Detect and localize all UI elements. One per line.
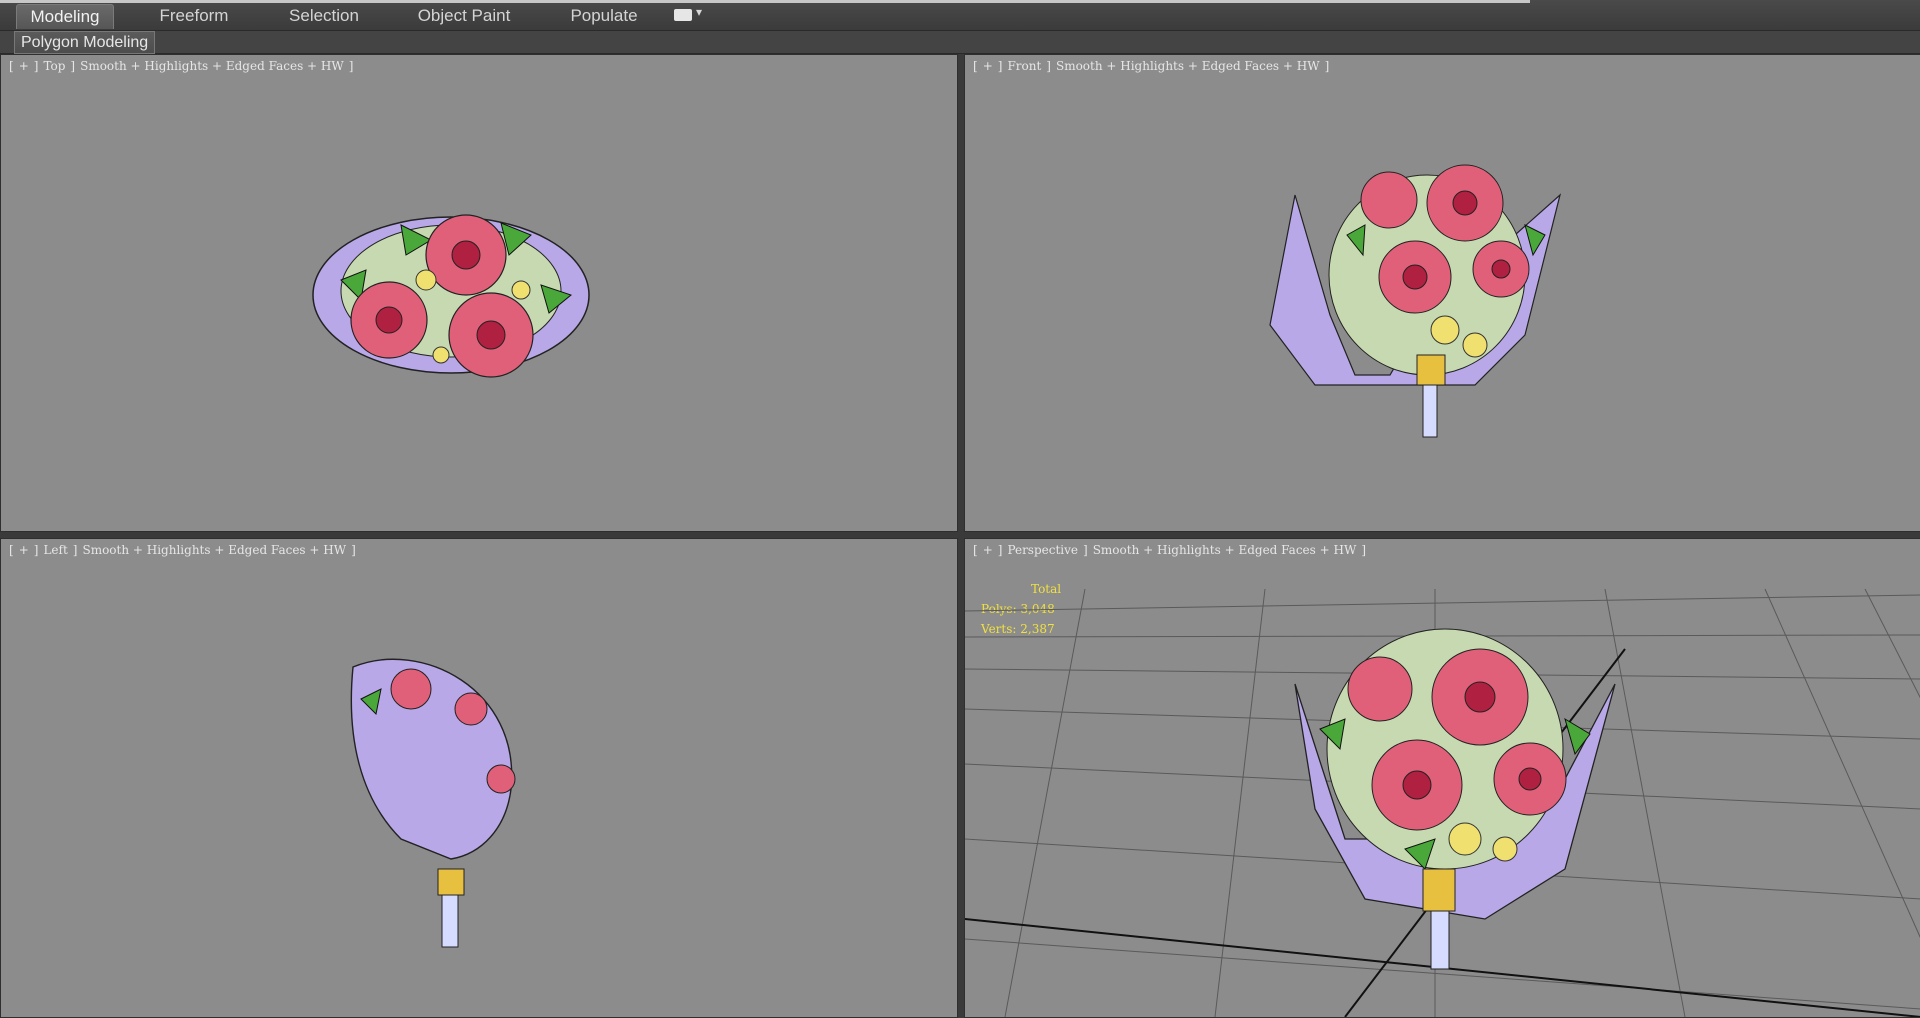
bouquet-left-view [350,658,516,948]
ribbon-topline [0,0,1530,3]
viewport-front[interactable]: [+] Front] Smooth + Highlights + Edged Fac… [964,54,1920,532]
perspective-grid [965,588,1920,1017]
tab-modeling[interactable]: Modeling [16,4,114,29]
viewport-top[interactable]: [+] Top] Smooth + Highlights + Edged Faces… [0,54,958,532]
tab-object-paint[interactable]: Object Paint [412,4,516,28]
chevron-down-icon[interactable]: ▾ [696,5,702,19]
bouquet-front-view [1269,164,1562,438]
ribbon-options-icon[interactable] [674,9,692,21]
ribbon-subbar: Polygon Modeling [0,31,1920,54]
tab-populate[interactable]: Populate [556,4,652,28]
viewport-left[interactable]: [+] Left] Smooth + Highlights + Edged Face… [0,538,958,1018]
viewport-perspective[interactable]: [+] Perspective] Smooth + Highlights + Edg… [964,538,1920,1018]
bouquet-top-view [312,214,590,378]
ribbon-bar: Modeling Freeform Selection Object Paint… [0,0,1920,31]
subtab-polygon-modeling[interactable]: Polygon Modeling [14,31,156,54]
tab-freeform[interactable]: Freeform [146,4,242,28]
tab-selection[interactable]: Selection [276,4,372,28]
